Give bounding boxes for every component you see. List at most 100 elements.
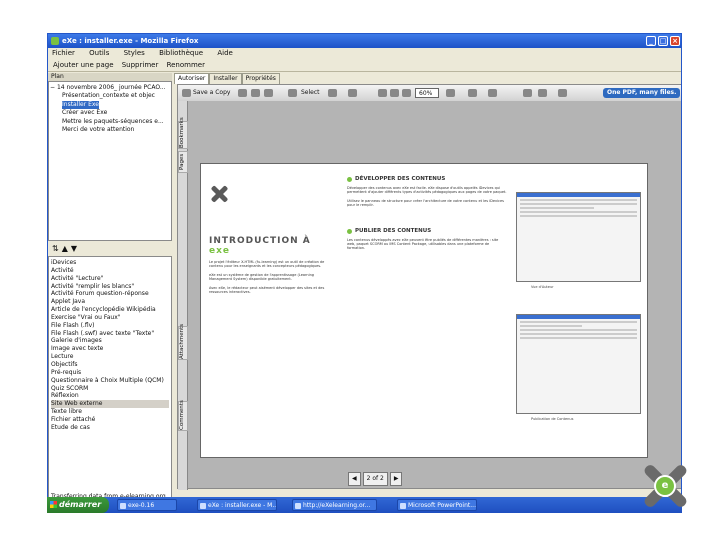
caption: Publication de Contenus bbox=[531, 417, 574, 421]
menu-bibliotheque[interactable]: Bibliothèque bbox=[159, 49, 203, 57]
add-page-button[interactable]: Ajouter une page bbox=[52, 61, 115, 69]
outline-toolbar: Ajouter une page Supprimer Renommer bbox=[48, 59, 681, 72]
idevice-tools: ⇅▲▼ bbox=[48, 241, 172, 256]
zoom-input[interactable]: 60% bbox=[415, 88, 439, 98]
rotate-icon[interactable] bbox=[488, 89, 497, 97]
idevice-item[interactable]: File Flash (.swf) avec texte "Texte" bbox=[51, 330, 169, 338]
page-navigation: ◀ 2 of 2 ▶ bbox=[348, 472, 404, 486]
tab-comments[interactable]: Comments bbox=[178, 400, 188, 431]
paragraph: Développer des contenus avec eXe est fac… bbox=[347, 186, 507, 195]
tools-icon[interactable] bbox=[538, 89, 547, 97]
save-icon[interactable] bbox=[182, 89, 191, 97]
task-button[interactable]: exe-0.16 bbox=[117, 499, 177, 511]
prev-page-button[interactable]: ◀ bbox=[348, 472, 361, 486]
tab-bookmarks[interactable]: Bookmarks bbox=[178, 117, 188, 149]
idevice-item[interactable]: Applet Java bbox=[51, 298, 169, 306]
idevice-item[interactable]: File Flash (.flv) bbox=[51, 322, 169, 330]
tab-autoriser[interactable]: Autoriser bbox=[174, 73, 210, 84]
idevice-item[interactable]: Quiz SCORM bbox=[51, 385, 169, 393]
tab-attachments[interactable]: Attachments bbox=[178, 324, 188, 360]
caption: Vue d'Auteur bbox=[531, 285, 554, 289]
idevice-item[interactable]: Pré-requis bbox=[51, 369, 169, 377]
idevice-item[interactable]: Galerie d'images bbox=[51, 337, 169, 345]
exe-logo-icon bbox=[209, 184, 229, 204]
outline-item[interactable]: Mettre les paquets-séquences e... bbox=[50, 118, 170, 126]
move-up-icon[interactable]: ⇅ bbox=[52, 244, 62, 253]
down-arrow-icon[interactable]: ▼ bbox=[71, 244, 80, 253]
menu-fichier[interactable]: Fichier bbox=[52, 49, 75, 57]
exe-logo-icon: e bbox=[642, 463, 689, 509]
idevice-item[interactable]: Objectifs bbox=[51, 361, 169, 369]
task-button[interactable]: Microsoft PowerPoint... bbox=[397, 499, 477, 511]
menu-bar: Fichier Outils Styles Bibliothèque Aide bbox=[48, 48, 681, 59]
print-icon[interactable] bbox=[238, 89, 247, 97]
delete-button[interactable]: Supprimer bbox=[121, 61, 160, 69]
idevice-item[interactable]: Site Web externe bbox=[51, 400, 169, 409]
close-button[interactable]: × bbox=[670, 36, 680, 46]
paragraph: Utilisez le panneau de structure pour cr… bbox=[347, 198, 504, 208]
idevice-item[interactable]: Réflexion bbox=[51, 392, 169, 400]
tab-pages[interactable]: Pages bbox=[178, 151, 188, 173]
idevice-item[interactable]: Questionnaire à Choix Multiple (QCM) bbox=[51, 377, 169, 385]
up-arrow-icon[interactable]: ▲ bbox=[62, 244, 71, 253]
zoom-in-icon[interactable] bbox=[348, 89, 357, 97]
outline-item[interactable]: Présentation_contexte et objec bbox=[50, 92, 170, 100]
promo-banner[interactable]: One PDF, many files. bbox=[603, 88, 681, 98]
select-tool-button[interactable]: Select bbox=[301, 88, 320, 98]
idevice-item[interactable]: Activité "remplir les blancs" bbox=[51, 283, 169, 291]
page-indicator[interactable]: 2 of 2 bbox=[362, 472, 388, 486]
pdf-page: INTRODUCTION À exe Le projet l'éditeur X… bbox=[200, 163, 648, 458]
pdf-toolbar: Save a Copy Select 60% One PDF, many fil… bbox=[178, 85, 681, 101]
pdf-viewer: Save a Copy Select 60% One PDF, many fil… bbox=[177, 84, 681, 490]
idevice-item[interactable]: Étude de cas bbox=[51, 424, 169, 432]
paragraph: Les contenus développés avec eXe peuvent… bbox=[347, 237, 499, 251]
page-heading: INTRODUCTION À exe bbox=[209, 236, 311, 256]
hand-tool-icon[interactable] bbox=[288, 89, 297, 97]
rename-button[interactable]: Renommer bbox=[166, 61, 206, 69]
fit-width-icon[interactable] bbox=[468, 89, 477, 97]
menu-aide[interactable]: Aide bbox=[217, 49, 232, 57]
outline-item-root[interactable]: − 14 novembre 2006_ journée PCAO... bbox=[50, 84, 170, 92]
idevice-item[interactable]: Article de l'encyclopédie Wikipédia bbox=[51, 306, 169, 314]
help-icon[interactable] bbox=[558, 89, 567, 97]
zoom-out-icon[interactable] bbox=[402, 89, 411, 97]
snapshot-icon[interactable] bbox=[328, 89, 337, 97]
next-page-button[interactable]: ▶ bbox=[389, 472, 403, 486]
task-button-active[interactable]: eXe : installer.exe - M... bbox=[197, 499, 277, 511]
paragraph: Avec eXe, le rédacteur peut aisément dév… bbox=[209, 285, 325, 295]
idevice-item[interactable]: Lecture bbox=[51, 353, 169, 361]
outline-header: Plan bbox=[48, 73, 172, 81]
paragraph: Le projet l'éditeur X-HTML (fu-learning)… bbox=[209, 260, 325, 269]
screenshot-thumbnail bbox=[516, 314, 641, 414]
window-title: eXe : installer.exe - Mozilla Firefox bbox=[62, 37, 199, 45]
minimize-button[interactable]: _ bbox=[646, 36, 656, 46]
idevice-item[interactable]: Exercise "Vrai ou Faux" bbox=[51, 314, 169, 322]
undo-icon[interactable] bbox=[523, 89, 532, 97]
idevice-item[interactable]: Texte libre bbox=[51, 408, 169, 416]
idevice-item[interactable]: Activité bbox=[51, 267, 169, 275]
tab-proprietes[interactable]: Propriétés bbox=[241, 73, 280, 84]
menu-outils[interactable]: Outils bbox=[89, 49, 109, 57]
outline-item[interactable]: Créer avec Exe bbox=[50, 109, 170, 117]
idevice-item[interactable]: Activité Forum question-réponse bbox=[51, 290, 169, 298]
tab-installer[interactable]: Installer bbox=[209, 73, 242, 84]
first-page-icon[interactable] bbox=[378, 89, 387, 97]
start-button[interactable]: démarrer bbox=[47, 497, 109, 513]
idevice-item[interactable]: Image avec texte bbox=[51, 345, 169, 353]
save-copy-button[interactable]: Save a Copy bbox=[193, 88, 230, 98]
outline-item-selected[interactable]: Installer Exe bbox=[50, 100, 170, 110]
idevice-item[interactable]: Fichier attaché bbox=[51, 416, 169, 424]
maximize-button[interactable]: □ bbox=[658, 36, 668, 46]
left-panel: Plan − 14 novembre 2006_ journée PCAO...… bbox=[48, 73, 172, 502]
task-button[interactable]: http://eXelearning.or... bbox=[292, 499, 377, 511]
screenshot-thumbnail bbox=[516, 192, 641, 282]
email-icon[interactable] bbox=[251, 89, 260, 97]
zoom-dropdown-icon[interactable] bbox=[446, 89, 455, 97]
idevice-list: iDevices Activité Activité "Lecture" Activ… bbox=[48, 256, 172, 498]
fit-page-icon[interactable] bbox=[390, 89, 399, 97]
search-icon[interactable] bbox=[264, 89, 273, 97]
idevice-item[interactable]: Activité "Lecture" bbox=[51, 275, 169, 283]
outline-tree: − 14 novembre 2006_ journée PCAO... Prés… bbox=[48, 81, 172, 241]
menu-styles[interactable]: Styles bbox=[124, 49, 145, 57]
outline-item[interactable]: Merci de votre attention bbox=[50, 126, 170, 134]
